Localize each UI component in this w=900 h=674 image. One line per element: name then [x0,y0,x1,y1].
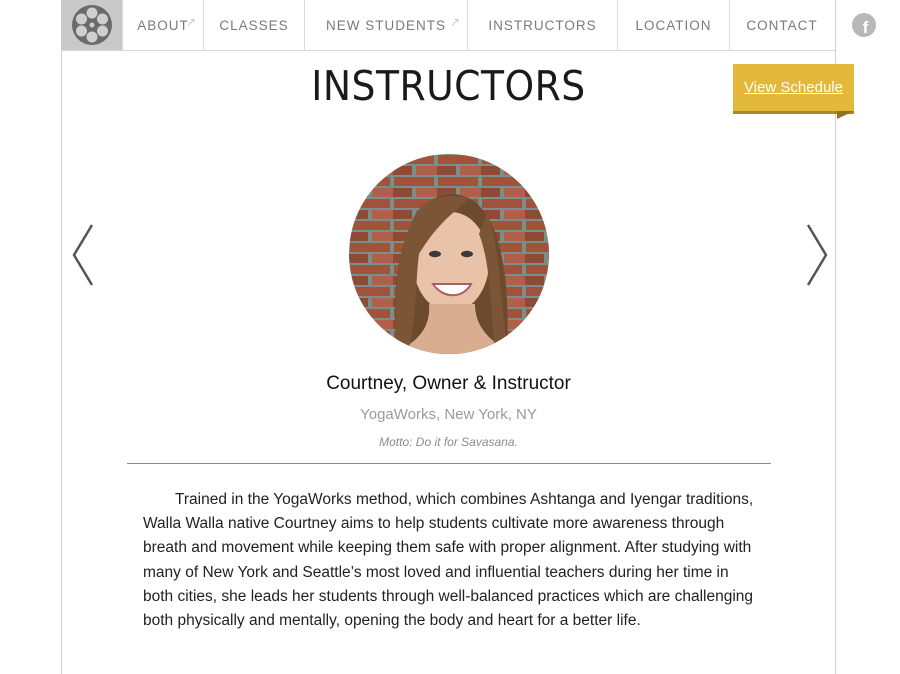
carousel-next-button[interactable] [800,222,830,288]
nav-contact[interactable]: CONTACT [730,0,834,50]
view-schedule-button[interactable]: View Schedule [733,64,854,111]
external-link-icon: ↗ [185,15,197,29]
nav-new-students[interactable]: NEW STUDENTS ↗ [305,0,468,50]
nav-contact-label: CONTACT [746,17,818,33]
instructor-studio: YogaWorks, New York, NY [360,406,537,423]
nav-instructors-label: INSTRUCTORS [488,17,597,33]
carousel-prev-button[interactable] [70,222,100,288]
logo[interactable] [61,0,123,50]
page-title: INSTRUCTORS [311,62,586,110]
instructor-motto: Motto: Do it for Savasana. [379,435,518,449]
facebook-glyph: f [862,18,869,37]
nav-location[interactable]: LOCATION [618,0,730,50]
nav-instructors[interactable]: INSTRUCTORS [468,0,618,50]
main-nav: ABOUT ↗ CLASSES NEW STUDENTS ↗ INSTRUCTO… [61,0,836,51]
nav-about-label: ABOUT [137,17,189,33]
instructor-photo [349,154,549,354]
chevron-left-icon [72,224,94,286]
chevron-right-icon [806,224,828,286]
nav-classes-label: CLASSES [219,17,289,33]
nav-about[interactable]: ABOUT ↗ [123,0,204,50]
film-reel-icon [71,5,112,45]
nav-new-students-label: NEW STUDENTS [326,17,446,33]
facebook-icon[interactable]: f [852,13,876,37]
instructor-bio: Trained in the YogaWorks method, which c… [143,491,754,630]
nav-location-label: LOCATION [635,17,712,33]
schedule-ribbon-fold [837,111,854,119]
nav-classes[interactable]: CLASSES [204,0,305,50]
instructor-name: Courtney, Owner & Instructor [326,373,571,394]
external-link-icon: ↗ [449,15,461,29]
instructor-portrait [349,154,549,354]
divider [127,463,771,464]
